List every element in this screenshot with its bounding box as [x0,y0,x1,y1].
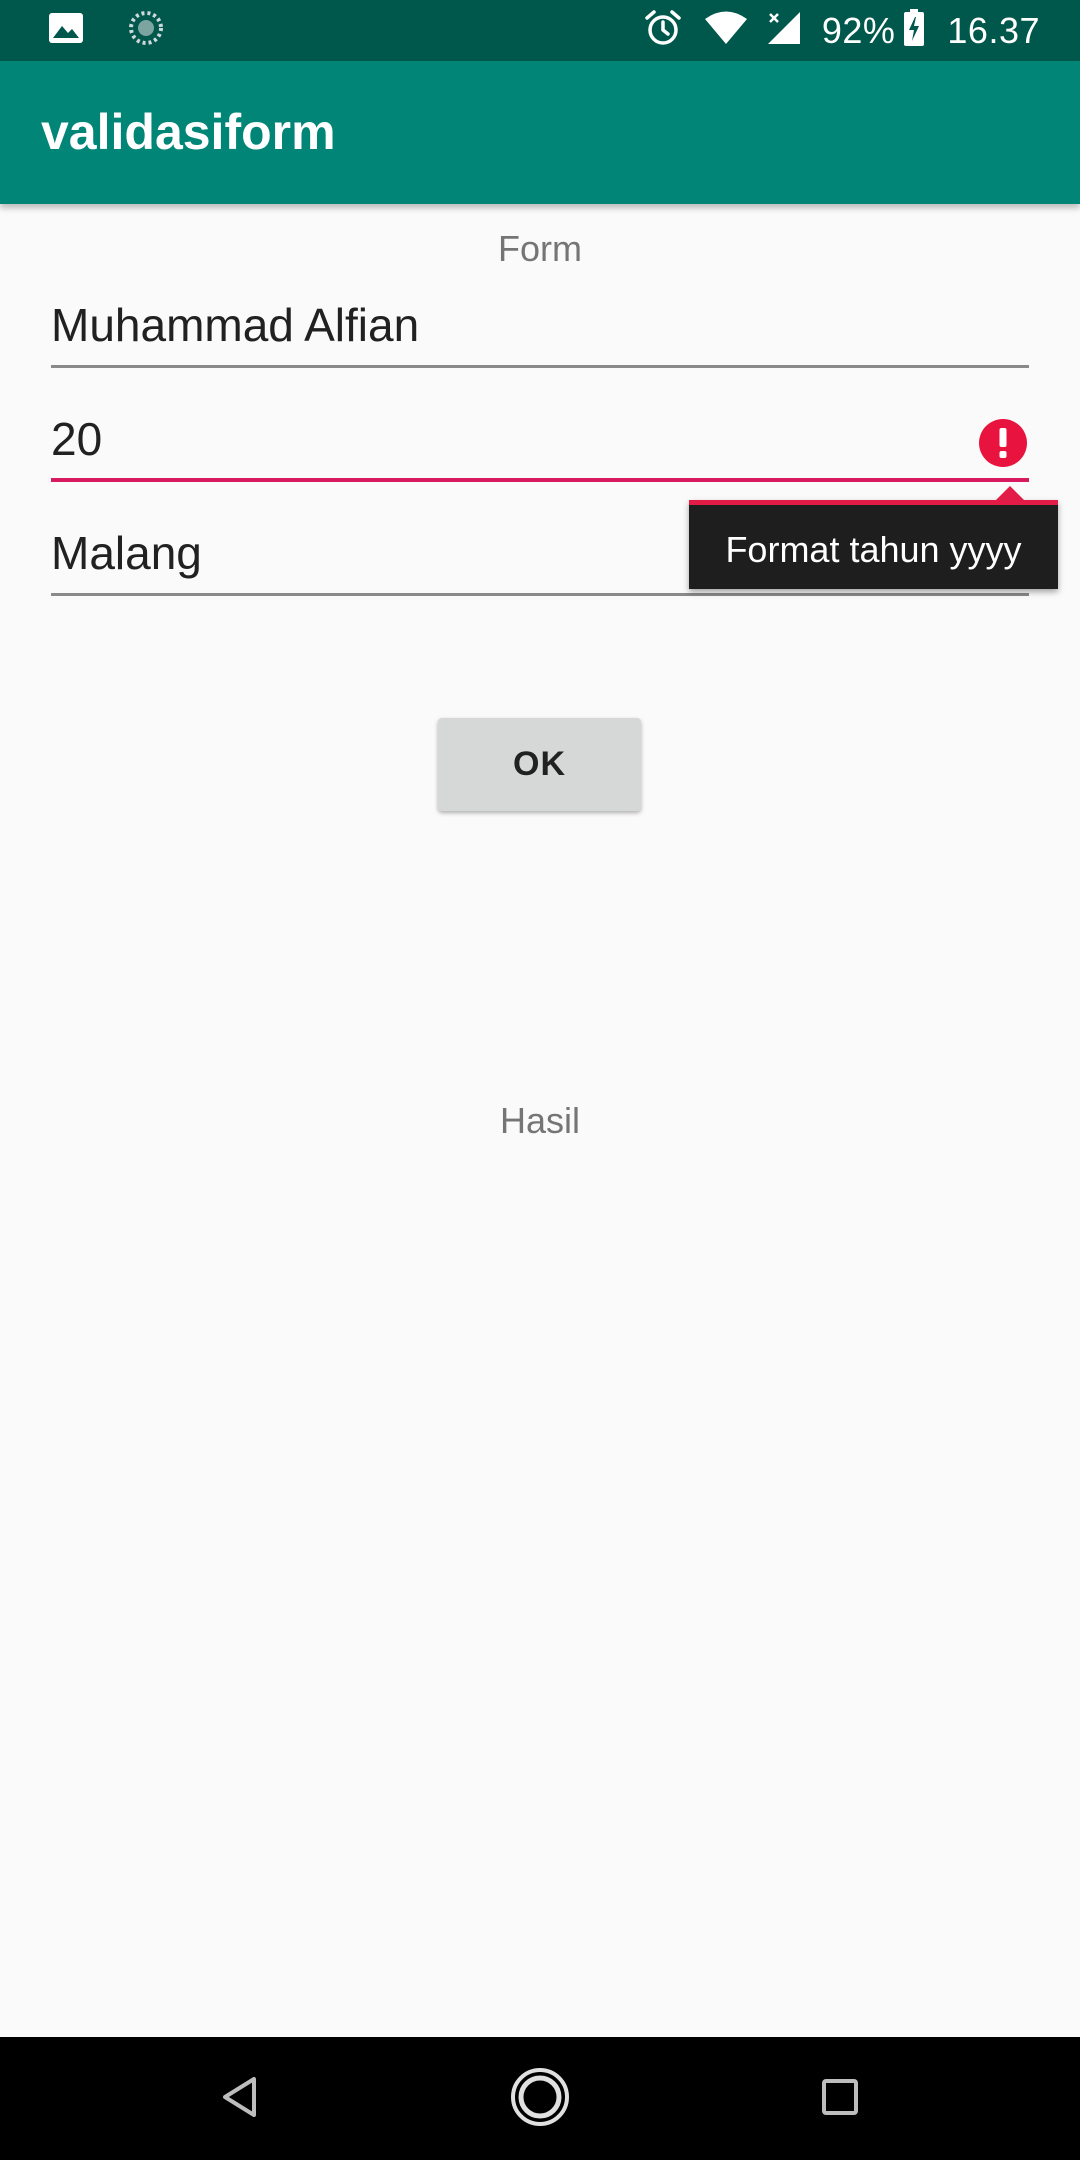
status-bar-left [48,0,164,61]
year-field[interactable]: 20 [51,412,1029,482]
error-icon[interactable] [978,418,1028,468]
wifi-icon [704,10,748,51]
city-field-underline [51,593,1029,596]
back-button[interactable] [200,2059,280,2139]
navigation-bar [0,2037,1080,2160]
tooltip-arrow [996,486,1024,500]
name-field[interactable]: Muhammad Alfian [51,298,1029,368]
screen: 92% 16.37 validasiform Form Muhammad Alf… [0,0,1080,2160]
recents-button[interactable] [800,2059,880,2139]
name-field-underline [51,365,1029,368]
app-title: validasiform [41,104,336,160]
form-heading: Form [498,228,582,269]
city-field-value[interactable]: Malang [51,526,202,580]
app-bar: validasiform [0,61,1080,204]
error-message: Format tahun yyyy [725,529,1022,570]
ok-button[interactable]: OK [438,718,641,811]
home-button[interactable] [500,2059,580,2139]
year-field-value[interactable]: 20 [51,412,102,466]
status-bar-right: 92% 16.37 [644,0,1040,61]
signal-icon [766,10,802,51]
image-icon [48,12,84,49]
home-icon [509,2066,571,2133]
recents-icon [821,2078,859,2121]
result-label: Hasil [499,1100,580,1141]
status-bar: 92% 16.37 [0,0,1080,61]
sync-icon [128,10,164,51]
clock: 16.37 [947,9,1040,51]
year-field-underline [51,478,1029,482]
alarm-icon [644,9,682,52]
name-field-value[interactable]: Muhammad Alfian [51,298,419,352]
back-icon [220,2075,260,2124]
battery-charging-icon [903,9,925,52]
error-tooltip: Format tahun yyyy [689,486,1058,589]
battery-percent: 92% [821,9,896,51]
